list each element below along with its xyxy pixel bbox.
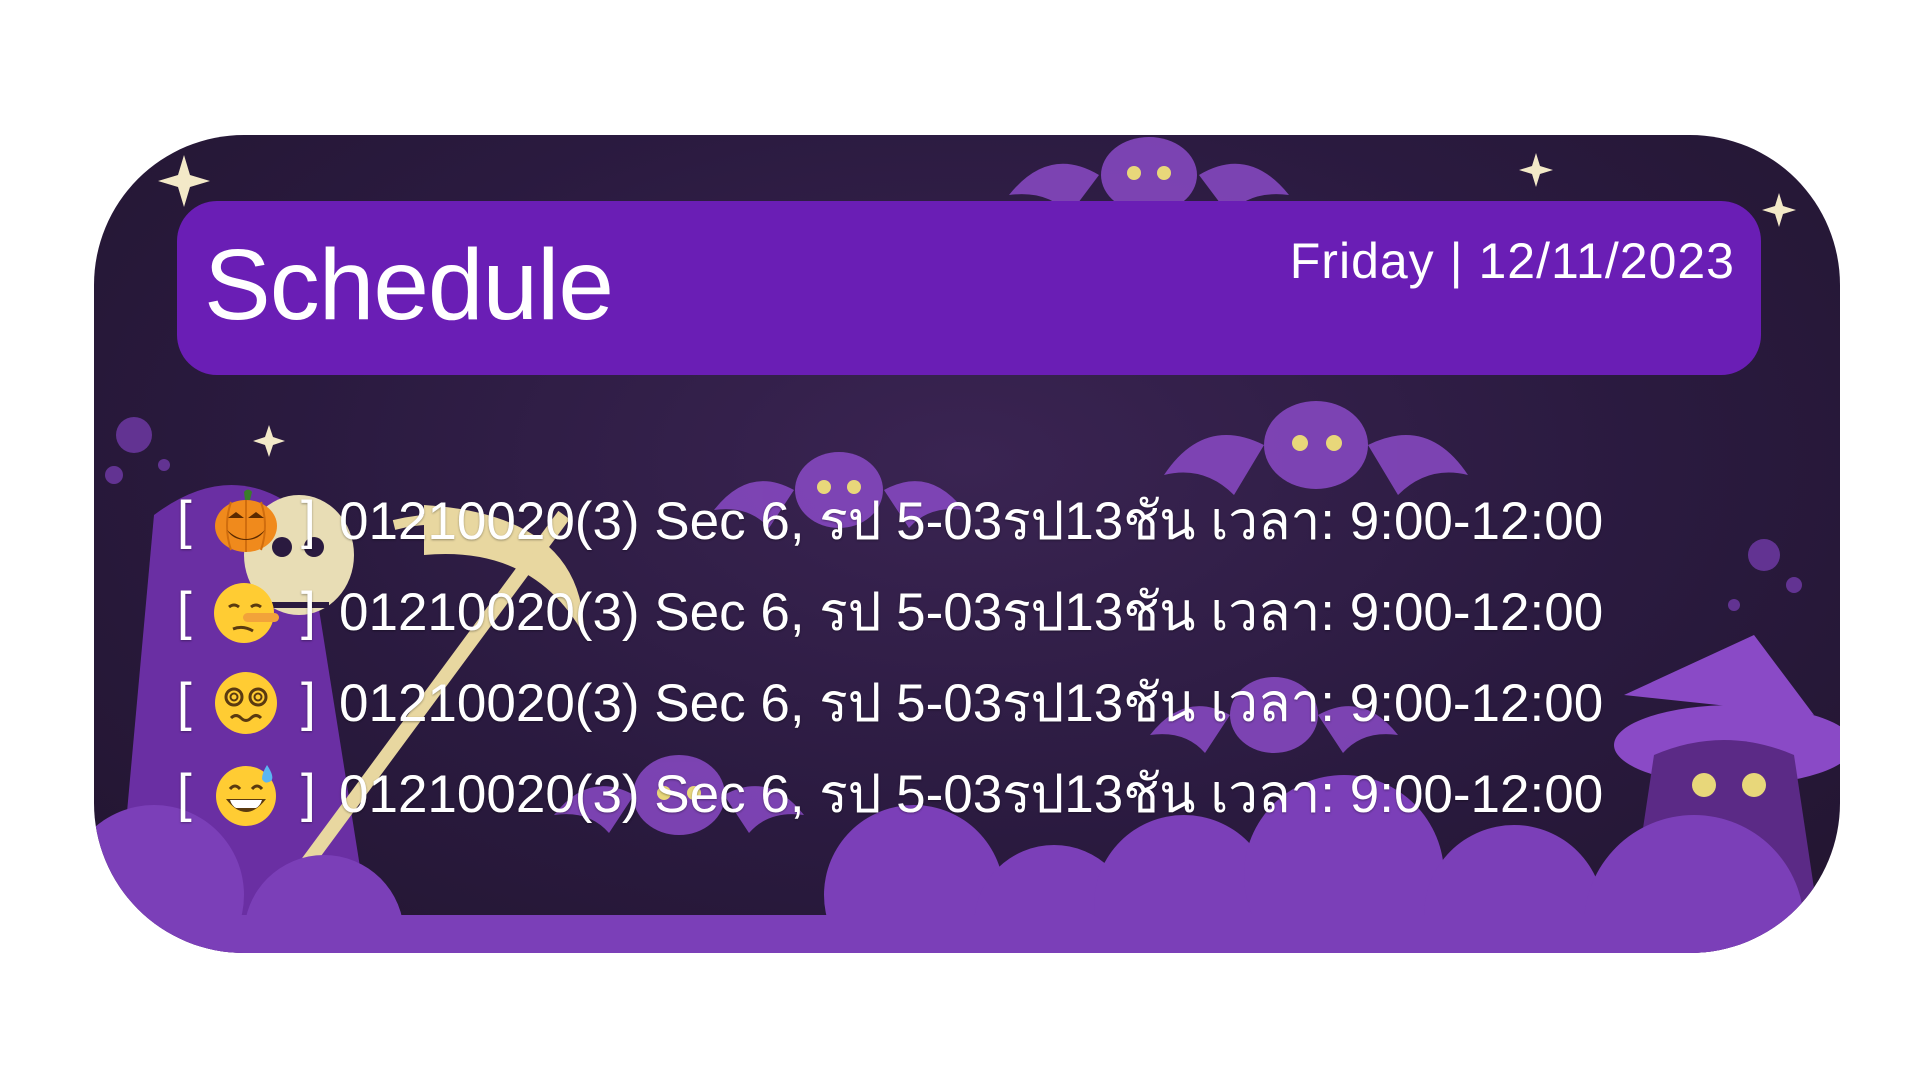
jack-o-lantern-icon xyxy=(211,486,281,556)
schedule-list: [ ] 01210020(3) Sec 6, รป 5-03รป13ชัน เว… xyxy=(177,475,1797,839)
open-bracket: [ xyxy=(177,673,192,732)
open-bracket: [ xyxy=(177,582,192,641)
course-text: 01210020(3) Sec 6, รป 5-03รป13ชัน เวลา: … xyxy=(339,582,1604,642)
schedule-widget[interactable]: Schedule Friday | 12/11/2023 [ ] 0121002… xyxy=(94,135,1840,953)
close-bracket: ] xyxy=(301,673,316,732)
date-label: Friday | 12/11/2023 xyxy=(1289,233,1735,289)
course-text: 01210020(3) Sec 6, รป 5-03รป13ชัน เวลา: … xyxy=(339,673,1604,733)
open-bracket: [ xyxy=(177,491,192,550)
page-title: Schedule xyxy=(204,229,614,341)
close-bracket: ] xyxy=(301,764,316,823)
list-item[interactable]: [ ] 01210020(3) Sec 6, รป 5-03รป13ชัน เว… xyxy=(177,748,1797,839)
schedule-header: Schedule Friday | 12/11/2023 xyxy=(177,201,1761,375)
list-item[interactable]: [ ] 01210020(3) Sec 6, รป 5-03รป13ชัน เว… xyxy=(177,566,1797,657)
lying-face-icon xyxy=(211,577,281,647)
course-text: 01210020(3) Sec 6, รป 5-03รป13ชัน เวลา: … xyxy=(339,764,1604,824)
course-text: 01210020(3) Sec 6, รป 5-03รป13ชัน เวลา: … xyxy=(339,491,1604,551)
dizzy-face-icon xyxy=(211,668,281,738)
close-bracket: ] xyxy=(301,582,316,641)
close-bracket: ] xyxy=(301,491,316,550)
list-item[interactable]: [ ] 01210020(3) Sec 6, รป 5-03รป13ชัน เว… xyxy=(177,475,1797,566)
open-bracket: [ xyxy=(177,764,192,823)
grinning-sweat-icon xyxy=(211,759,281,829)
list-item[interactable]: [ ] 01210020(3) Sec 6, รป 5-03รป13ชัน เว… xyxy=(177,657,1797,748)
